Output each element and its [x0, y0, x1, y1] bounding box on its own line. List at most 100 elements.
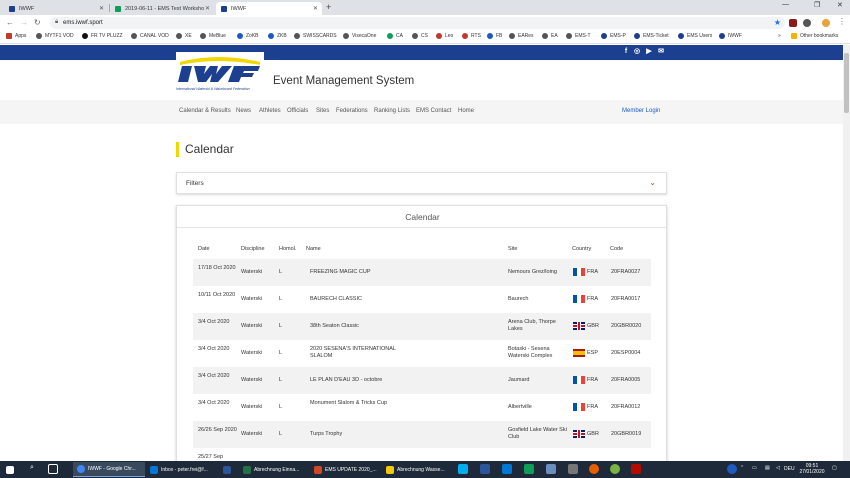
- bookmark-item[interactable]: ZKB: [268, 33, 287, 39]
- cell-name[interactable]: 2020 SESENA'S INTERNATIONAL SLALOM: [310, 346, 400, 360]
- bookmark-item[interactable]: EMS-Ticket: [634, 33, 669, 39]
- bookmark-item[interactable]: Apps: [6, 33, 26, 39]
- nav-federations[interactable]: Federations: [336, 108, 368, 114]
- chevron-up-icon[interactable]: ⌃: [740, 465, 744, 471]
- volume-icon[interactable]: ◁: [776, 465, 780, 471]
- app-icon[interactable]: [568, 464, 578, 474]
- forward-arrow-icon[interactable]: →: [20, 18, 28, 27]
- reload-icon[interactable]: ↻: [34, 18, 41, 27]
- column-header-name[interactable]: Name: [306, 246, 321, 252]
- help-icon[interactable]: [727, 464, 737, 474]
- more-bookmarks-button[interactable]: »: [778, 33, 781, 39]
- bookmark-item[interactable]: EARes: [509, 33, 534, 39]
- bookmark-item[interactable]: XE: [176, 33, 192, 39]
- browser-tab-2[interactable]: 2019-06-11 - EMS Test Worksho ✕: [110, 2, 214, 15]
- nav-ems-contact[interactable]: EMS Contact: [416, 108, 451, 114]
- back-arrow-icon[interactable]: ←: [6, 18, 14, 27]
- nav-ranking-lists[interactable]: Ranking Lists: [374, 108, 410, 114]
- nav-calendar-results[interactable]: Calendar & Results: [179, 108, 231, 114]
- nav-athletes[interactable]: Athletes: [259, 108, 281, 114]
- close-window-icon[interactable]: ✕: [837, 1, 843, 9]
- bookmark-item[interactable]: CA: [387, 33, 403, 39]
- close-tab-icon[interactable]: ✕: [99, 5, 104, 12]
- acrobat-icon[interactable]: [631, 464, 641, 474]
- taskbar-app-chrome[interactable]: IWWF - Google Chr...: [73, 462, 145, 477]
- taskbar-app-excel[interactable]: Abrechnung Einna...: [239, 462, 309, 477]
- table-row[interactable]: 3/4 Oct 2020 Waterski L LE PLAN D'EAU 3D…: [193, 367, 651, 394]
- member-login-link[interactable]: Member Login: [622, 108, 660, 114]
- instagram-icon[interactable]: ◎: [633, 48, 641, 56]
- table-row[interactable]: 3/4 Oct 2020 Waterski L Monument Slalom …: [193, 394, 651, 421]
- extension-icon[interactable]: [789, 19, 797, 27]
- network-icon[interactable]: ▤: [765, 465, 770, 471]
- nav-sites[interactable]: Sites: [316, 108, 329, 114]
- table-row[interactable]: 3/4 Oct 2020 Waterski L 2020 SESENA'S IN…: [193, 340, 651, 367]
- cell-name[interactable]: 38th Seaton Classic: [310, 323, 400, 330]
- bookmark-item[interactable]: FR TV PLUZZ: [82, 33, 123, 39]
- cell-name[interactable]: Turps Trophy: [310, 431, 400, 438]
- bookmark-item[interactable]: EMS Users: [678, 33, 712, 39]
- menu-dots-icon[interactable]: ⋮: [838, 17, 846, 26]
- table-row[interactable]: 17/18 Oct 2020 Waterski L FREEZING MAGIC…: [193, 259, 651, 286]
- close-tab-icon[interactable]: ✕: [313, 5, 318, 12]
- bookmark-item[interactable]: CANAL VOD: [131, 33, 169, 39]
- clock[interactable]: 09:51 27/01/2020: [799, 463, 825, 475]
- language-indicator[interactable]: DEU: [784, 466, 795, 472]
- taskbar-app-word[interactable]: [219, 462, 237, 477]
- profile-avatar[interactable]: [822, 19, 830, 27]
- table-row[interactable]: 26/26 Sep 2020 Waterski L Turps Trophy G…: [193, 421, 651, 448]
- column-header-site[interactable]: Site: [508, 246, 517, 252]
- close-tab-icon[interactable]: ✕: [205, 5, 210, 12]
- extension-icon[interactable]: [803, 19, 811, 27]
- minimize-icon[interactable]: —: [782, 1, 789, 8]
- cell-name[interactable]: Monument Slalom & Tricks Cup: [310, 400, 400, 407]
- notification-icon[interactable]: ▢: [832, 465, 837, 471]
- scrollbar-thumb[interactable]: [844, 53, 849, 113]
- taskbar-app-explorer[interactable]: Abrechnung Wasse...: [382, 462, 452, 477]
- taskbar-app-powerpoint[interactable]: EMS UPDATE 2020_...: [310, 462, 380, 477]
- chevron-down-icon[interactable]: ⌄: [649, 178, 656, 187]
- maximize-icon[interactable]: ❐: [814, 1, 820, 9]
- cell-name[interactable]: BAURECH CLASSIC: [310, 296, 400, 303]
- taskbar-app-outlook[interactable]: Inbox - peter.frei@f...: [146, 462, 218, 477]
- column-header-code[interactable]: Code: [610, 246, 623, 252]
- address-bar[interactable]: 🔒︎ ems.iwwf.sport ★: [50, 17, 785, 29]
- facebook-icon[interactable]: f: [622, 48, 630, 56]
- firefox-icon[interactable]: [589, 464, 599, 474]
- browser-tab-3[interactable]: IWWF ✕: [216, 2, 322, 15]
- other-bookmarks-folder[interactable]: Other bookmarks: [791, 33, 838, 39]
- filters-panel[interactable]: Filters ⌄: [176, 172, 667, 194]
- table-row[interactable]: 10/11 Oct 2020 Waterski L BAURECH CLASSI…: [193, 286, 651, 313]
- nav-home[interactable]: Home: [458, 108, 474, 114]
- table-row[interactable]: 3/4 Oct 2020 Waterski L 38th Seaton Clas…: [193, 313, 651, 340]
- app-icon[interactable]: [524, 464, 534, 474]
- column-header-discipline[interactable]: Discipline: [241, 246, 265, 252]
- windows-start-icon[interactable]: [6, 466, 14, 474]
- task-view-icon[interactable]: [48, 464, 58, 474]
- bookmark-item[interactable]: MYTF1 VOD: [36, 33, 74, 39]
- app-icon[interactable]: [546, 464, 556, 474]
- word-icon[interactable]: [480, 464, 490, 474]
- bookmark-item[interactable]: SWISSCARDS: [294, 33, 337, 39]
- column-header-date[interactable]: Date: [198, 246, 210, 252]
- iwwf-logo[interactable]: International Waterski & Wakeboard Feder…: [176, 52, 264, 94]
- bookmark-item[interactable]: EA: [542, 33, 558, 39]
- skype-icon[interactable]: [458, 464, 468, 474]
- mail-icon[interactable]: ✉: [657, 48, 665, 56]
- page-scrollbar[interactable]: [843, 45, 850, 461]
- cell-name[interactable]: LE PLAN D'EAU 3D - octobre: [310, 377, 430, 384]
- bookmark-item[interactable]: IWWF: [719, 33, 742, 39]
- bookmark-star-icon[interactable]: ★: [774, 18, 781, 27]
- nav-news[interactable]: News: [236, 108, 251, 114]
- bookmark-item[interactable]: CS: [412, 33, 428, 39]
- bookmark-item[interactable]: FB: [487, 33, 502, 39]
- column-header-homologation[interactable]: Homol.: [279, 246, 296, 252]
- bookmark-item[interactable]: EMS-T: [566, 33, 591, 39]
- bookmark-item[interactable]: VisecaOne: [343, 33, 376, 39]
- browser-tab-1[interactable]: IWWF ✕: [4, 2, 108, 15]
- bookmark-item[interactable]: MeBlue: [200, 33, 226, 39]
- plus-icon[interactable]: +: [326, 2, 331, 12]
- battery-icon[interactable]: ▭: [752, 465, 757, 471]
- app-icon[interactable]: [502, 464, 512, 474]
- app-icon[interactable]: [610, 464, 620, 474]
